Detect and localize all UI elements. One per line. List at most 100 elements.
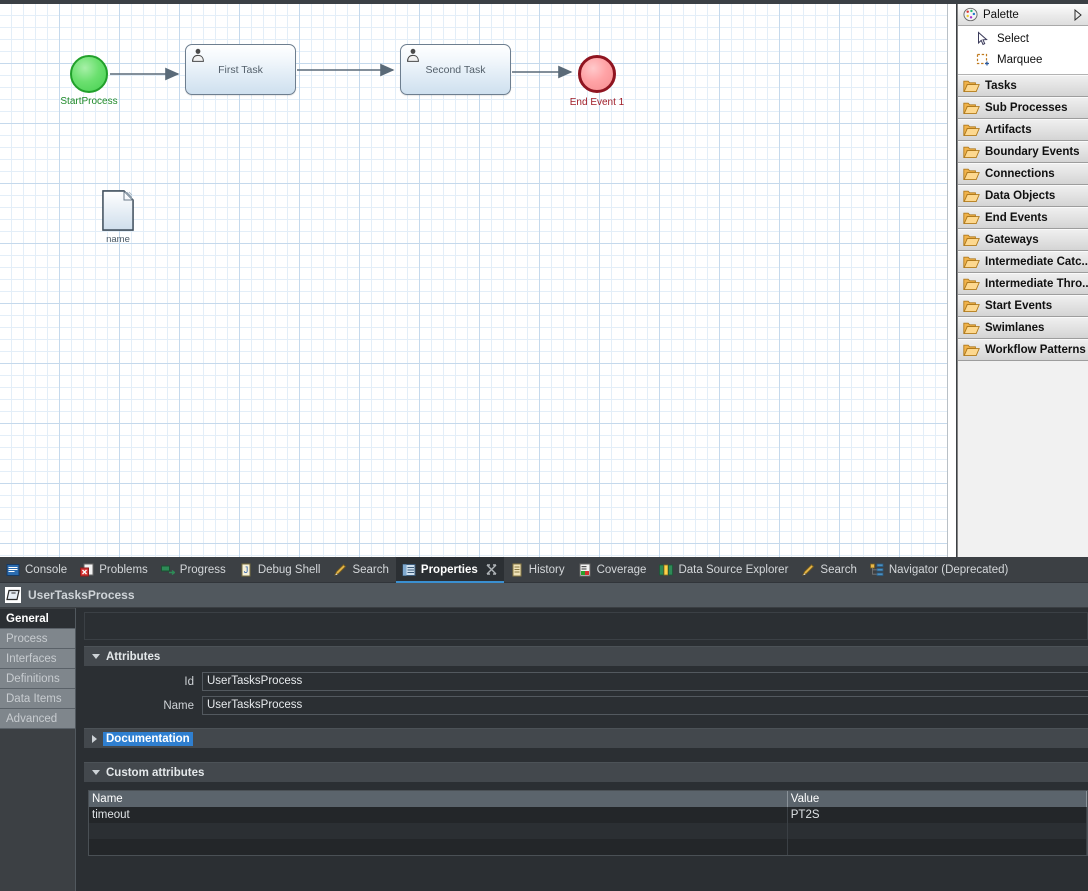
- end-event-node[interactable]: End Event 1: [570, 55, 624, 108]
- palette-drawer-label: Gateways: [985, 234, 1039, 246]
- start-event-circle[interactable]: [70, 55, 108, 93]
- tab-progress[interactable]: Progress: [155, 557, 233, 582]
- properties-tab-general[interactable]: General: [0, 609, 75, 629]
- problems-icon: [80, 563, 94, 576]
- palette-tool-marquee[interactable]: Marquee: [958, 49, 1088, 70]
- tab-label: Coverage: [596, 563, 647, 576]
- properties-tab-data-items[interactable]: Data Items: [0, 689, 75, 709]
- palette-drawer-connections[interactable]: Connections: [958, 163, 1088, 185]
- properties-side-tabs: General Process Interfaces Definitions Data …: [0, 608, 76, 891]
- palette-tool-label: Select: [997, 32, 1029, 45]
- start-event-label: StartProcess: [60, 96, 118, 107]
- tab-history[interactable]: History: [504, 557, 572, 582]
- chevron-right-icon[interactable]: [1073, 8, 1083, 21]
- cell-attribute-value[interactable]: PT2S: [787, 807, 1088, 823]
- palette-drawer-swimlanes[interactable]: Swimlanes: [958, 317, 1088, 339]
- tab-problems[interactable]: Problems: [74, 557, 155, 582]
- data-object-label: name: [106, 234, 130, 245]
- custom-attributes-table[interactable]: Name Value timeout PT2S: [88, 790, 1088, 856]
- palette-drawer-label: Intermediate Thro...: [985, 278, 1088, 290]
- properties-tab-interfaces[interactable]: Interfaces: [0, 649, 75, 669]
- table-row-empty[interactable]: [89, 839, 1088, 855]
- properties-tab-definitions[interactable]: Definitions: [0, 669, 75, 689]
- palette-drawer-label: Start Events: [985, 300, 1053, 312]
- field-label: Id: [184, 675, 194, 688]
- palette-drawer-intermediate-thro[interactable]: Intermediate Thro...: [958, 273, 1088, 295]
- tab-console[interactable]: Console: [0, 557, 74, 582]
- palette-drawer-workflow-patterns[interactable]: Workflow Patterns: [958, 339, 1088, 361]
- palette-panel: Palette Select Marquee Tasks Sub Process…: [957, 4, 1088, 557]
- properties-tab-label: Advanced: [6, 712, 58, 725]
- task-node-second[interactable]: Second Task: [400, 44, 511, 95]
- column-header-name[interactable]: Name: [89, 791, 788, 807]
- collapse-triangle-icon: [92, 770, 100, 775]
- field-label: Name: [163, 699, 194, 712]
- data-object-icon[interactable]: [102, 190, 134, 231]
- table-row[interactable]: timeout PT2S: [89, 807, 1088, 823]
- name-input[interactable]: UserTasksProcess: [202, 696, 1088, 715]
- section-title: Attributes: [106, 650, 161, 663]
- table-row-empty[interactable]: [89, 823, 1088, 839]
- end-event-circle[interactable]: [578, 55, 616, 93]
- section-header-attributes[interactable]: Attributes: [84, 646, 1088, 666]
- properties-tab-label: Data Items: [6, 692, 62, 705]
- close-icon[interactable]: [486, 564, 497, 575]
- folder-icon: [963, 168, 980, 181]
- attributes-fields: Id UserTasksProcess Name UserTasksProces…: [80, 666, 1088, 724]
- canvas-vertical-scrollbar[interactable]: [947, 4, 956, 557]
- palette-tool-select[interactable]: Select: [958, 28, 1088, 49]
- tab-properties[interactable]: Properties: [395, 557, 504, 583]
- properties-tab-label: Process: [6, 632, 48, 645]
- svg-text:J: J: [244, 565, 249, 575]
- tab-coverage[interactable]: Coverage: [572, 557, 654, 582]
- properties-tab-process[interactable]: Process: [0, 629, 75, 649]
- properties-content: Attributes Id UserTasksProcess Name User…: [76, 608, 1088, 891]
- palette-drawer-intermediate-catc[interactable]: Intermediate Catc...: [958, 251, 1088, 273]
- section-header-custom-attributes[interactable]: Custom attributes: [84, 762, 1088, 782]
- start-event-node[interactable]: StartProcess: [60, 55, 118, 107]
- palette-header[interactable]: Palette: [958, 4, 1088, 26]
- column-header-value[interactable]: Value: [787, 791, 1088, 807]
- palette-icon: [963, 7, 978, 22]
- palette-drawer-gateways[interactable]: Gateways: [958, 229, 1088, 251]
- palette-drawer-data-objects[interactable]: Data Objects: [958, 185, 1088, 207]
- folder-icon: [963, 344, 980, 357]
- task-node-first[interactable]: First Task: [185, 44, 296, 95]
- view-tab-bar: Console Problems Progress J Debug Shell Searc…: [0, 557, 1088, 583]
- tab-debug-shell[interactable]: J Debug Shell: [233, 557, 328, 582]
- section-title: Documentation: [103, 731, 193, 746]
- debug-shell-icon: J: [241, 563, 251, 576]
- section-header-documentation[interactable]: Documentation: [84, 728, 1088, 748]
- folder-icon: [963, 234, 980, 247]
- tab-search[interactable]: Search: [795, 557, 863, 582]
- marquee-select-icon: [976, 53, 989, 65]
- folder-icon: [963, 256, 980, 269]
- tab-label: Search: [352, 563, 389, 576]
- history-icon: [512, 563, 522, 576]
- properties-tab-advanced[interactable]: Advanced: [0, 709, 75, 729]
- folder-icon: [963, 124, 980, 137]
- palette-drawers: Tasks Sub Processes Artifacts Boundary E…: [958, 75, 1088, 361]
- id-input[interactable]: UserTasksProcess: [202, 672, 1088, 691]
- tab-search[interactable]: Search: [327, 557, 395, 582]
- palette-drawer-boundary-events[interactable]: Boundary Events: [958, 141, 1088, 163]
- palette-drawer-sub-processes[interactable]: Sub Processes: [958, 97, 1088, 119]
- bpmn-diagram-canvas[interactable]: StartProcess First Task Second Task End …: [0, 4, 947, 557]
- folder-icon: [963, 212, 980, 225]
- tab-navigator-deprecated[interactable]: Navigator (Deprecated): [864, 557, 1016, 582]
- tab-label: Data Source Explorer: [678, 563, 789, 576]
- end-event-label: End Event 1: [569, 97, 625, 108]
- cell-attribute-name[interactable]: timeout: [89, 807, 788, 823]
- process-diagram-icon: [5, 587, 21, 603]
- palette-drawer-tasks[interactable]: Tasks: [958, 75, 1088, 97]
- palette-drawer-end-events[interactable]: End Events: [958, 207, 1088, 229]
- search-pencil-icon: [334, 563, 347, 576]
- console-icon: [6, 563, 20, 576]
- palette-drawer-start-events[interactable]: Start Events: [958, 295, 1088, 317]
- cursor-arrow-icon: [978, 30, 988, 45]
- tab-data-source-explorer[interactable]: Data Source Explorer: [653, 557, 795, 582]
- palette-drawer-artifacts[interactable]: Artifacts: [958, 119, 1088, 141]
- properties-title: UserTasksProcess: [28, 588, 135, 602]
- tab-label: Navigator (Deprecated): [888, 563, 1009, 576]
- folder-icon: [963, 146, 980, 159]
